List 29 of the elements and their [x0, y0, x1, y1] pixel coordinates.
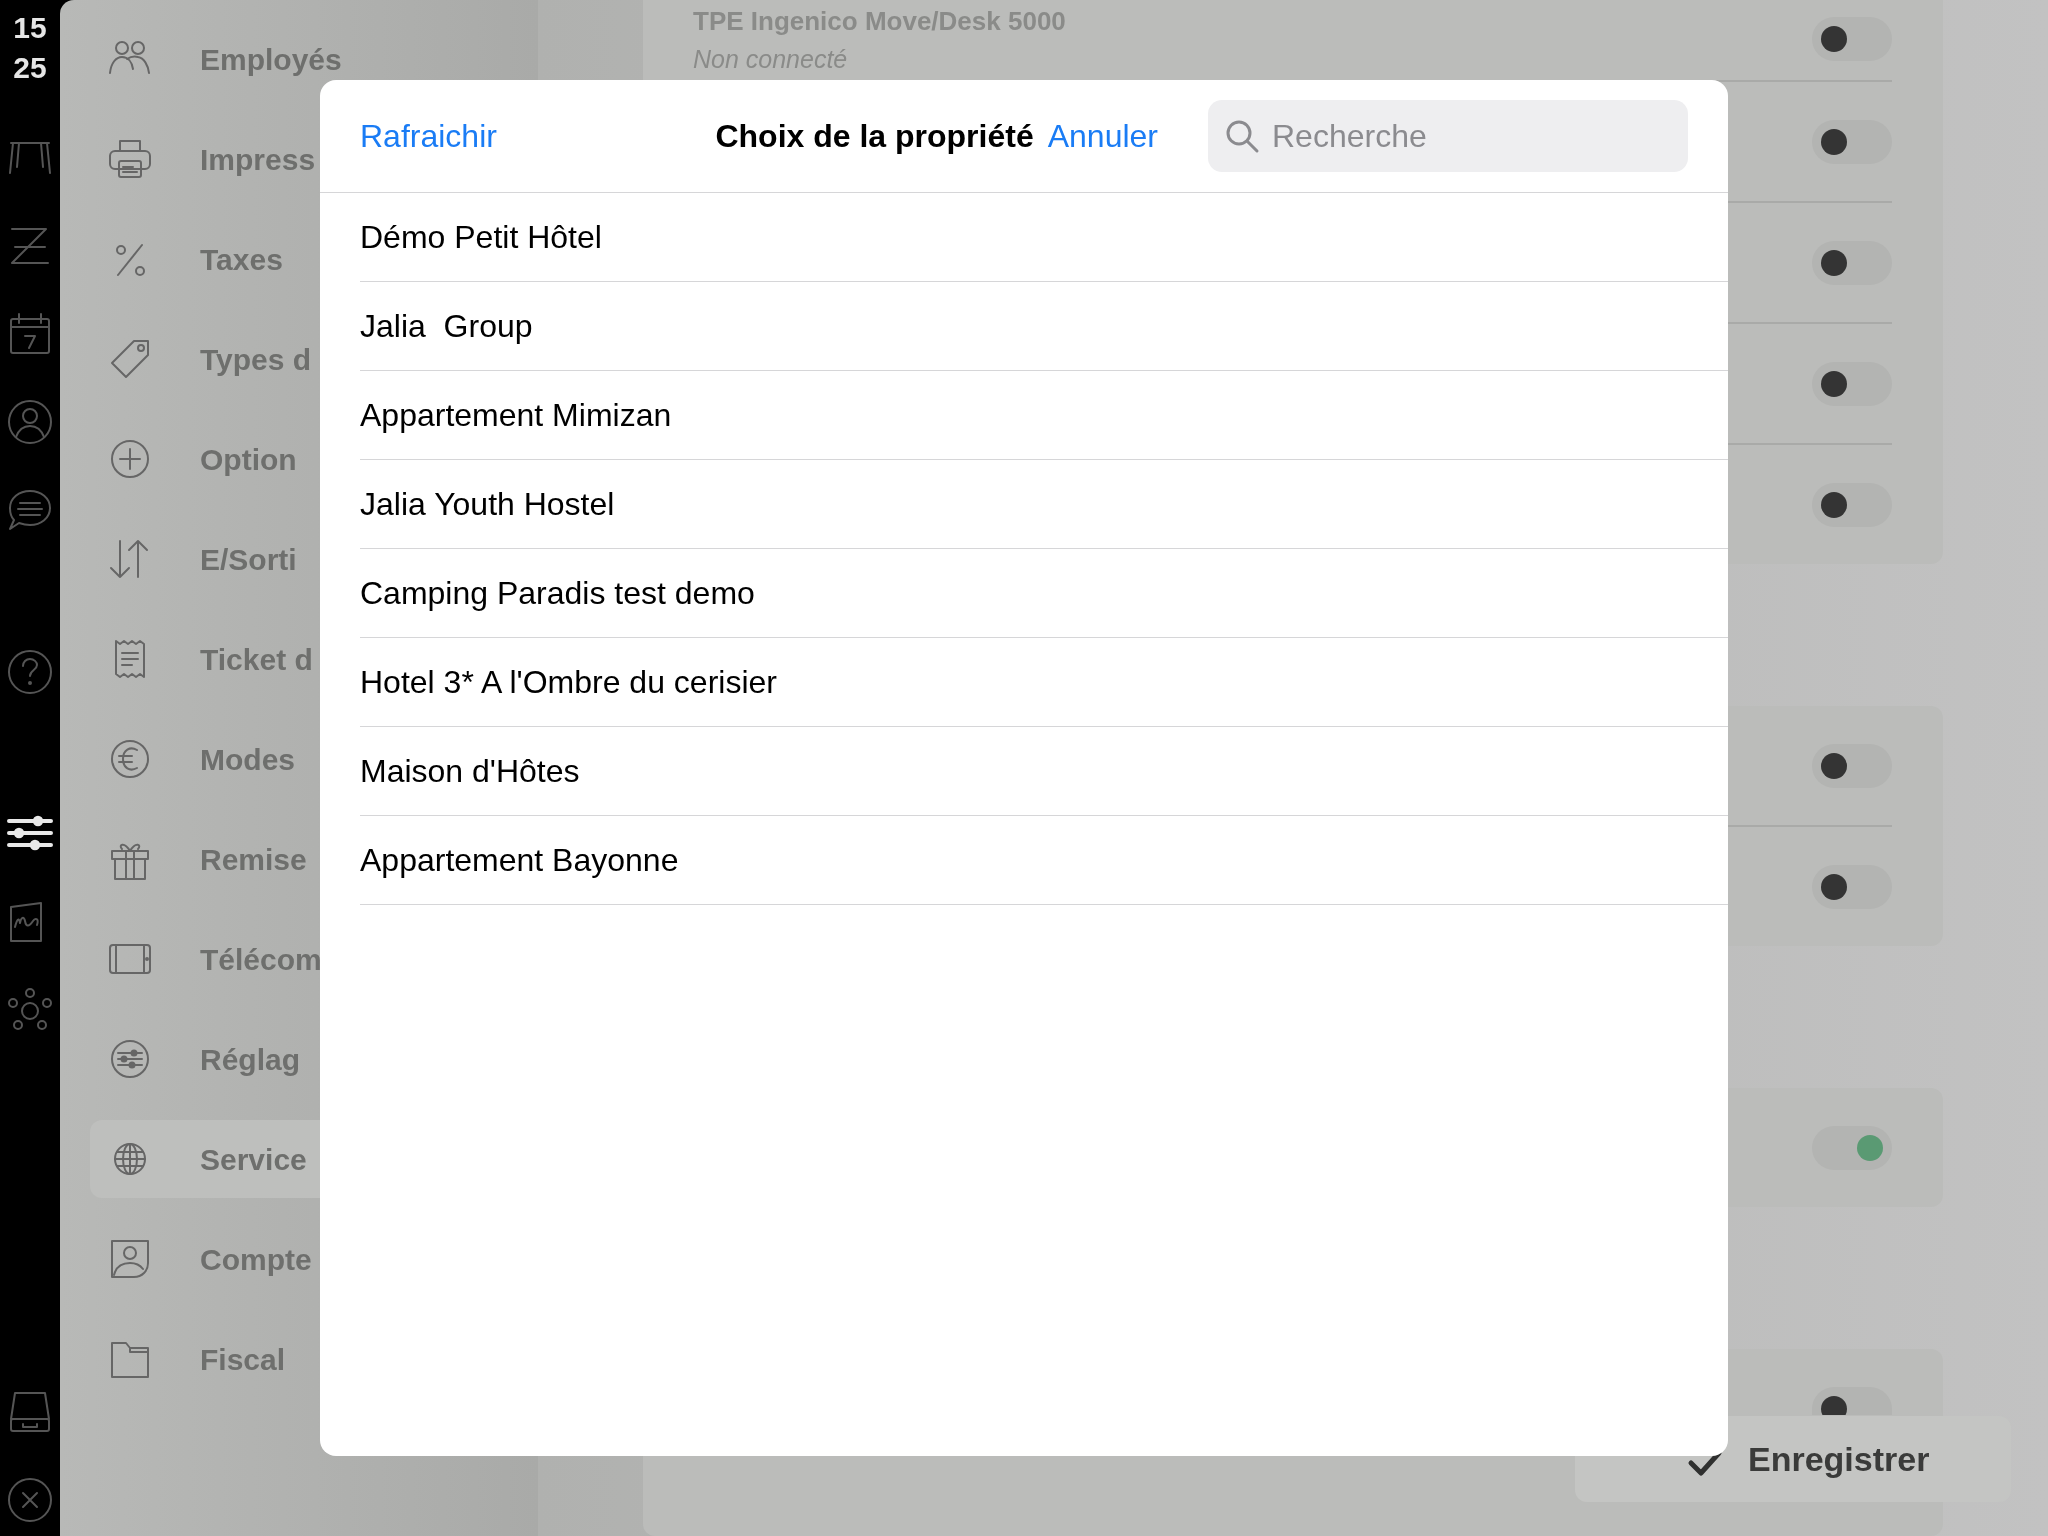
search-icon: [1224, 118, 1260, 154]
sidebar-item[interactable]: Employés: [90, 20, 518, 98]
property-item[interactable]: Jalia Youth Hostel: [360, 460, 1728, 549]
property-item[interactable]: Démo Petit Hôtel: [360, 193, 1728, 282]
clock-minutes: 25: [13, 50, 47, 86]
cancel-link[interactable]: Annuler: [1047, 117, 1158, 155]
toggle-switch[interactable]: [1812, 864, 1892, 909]
property-item[interactable]: Appartement Bayonne: [360, 816, 1728, 905]
toggle-switch[interactable]: [1812, 743, 1892, 788]
property-item[interactable]: Appartement Mimizan: [360, 371, 1728, 460]
search-field[interactable]: Recherche: [1208, 100, 1688, 172]
toggle-switch[interactable]: [1812, 1387, 1892, 1415]
dialog-title: Choix de la propriété: [715, 117, 1034, 155]
clock-hours: 15: [13, 10, 47, 46]
sidebar-item[interactable]: Compte: [90, 1220, 518, 1298]
toggle-switch[interactable]: [1812, 240, 1892, 285]
sidebar-item[interactable]: Télécom: [90, 920, 518, 998]
sidebar-item[interactable]: Réglag: [90, 1020, 518, 1098]
toggle-switch[interactable]: [1812, 17, 1892, 61]
property-item[interactable]: Hotel 3* A l'Ombre du cerisier: [360, 638, 1728, 727]
property-item[interactable]: Camping Paradis test demo: [360, 549, 1728, 638]
property-item[interactable]: Jalia Group: [360, 282, 1728, 371]
property-item[interactable]: Maison d'Hôtes: [360, 727, 1728, 816]
toggle-switch[interactable]: [1812, 1125, 1892, 1170]
toggle-switch[interactable]: [1812, 119, 1892, 164]
sidebar-item[interactable]: Fiscal: [90, 1320, 518, 1398]
toggle-switch[interactable]: [1812, 361, 1892, 406]
refresh-link[interactable]: Rafraichir: [360, 117, 497, 155]
toggle-switch[interactable]: [1812, 482, 1892, 527]
